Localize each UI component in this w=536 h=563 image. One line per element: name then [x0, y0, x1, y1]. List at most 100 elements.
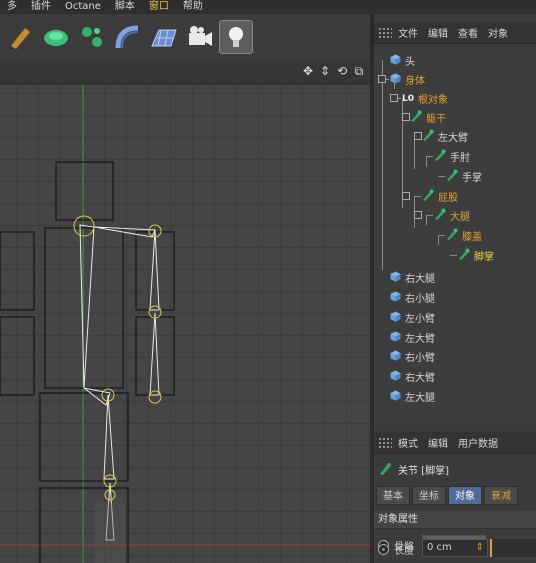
pen-tool-button[interactable]	[3, 20, 37, 54]
menu-object[interactable]: 对象	[488, 25, 508, 40]
length-row: 长度	[378, 540, 414, 558]
tree-connector	[426, 215, 427, 225]
tree-item-label: 头	[405, 57, 415, 68]
camera-icon	[189, 26, 212, 46]
nurbs-icon	[44, 30, 68, 46]
object-tree: 头身体 L0 根对象 躯干 左大臂 手肘 手掌 屁股 大腿 膝盖 脚掌 右大腿 右小腿 左小臂 左大臂 右小臂…	[374, 49, 536, 419]
tree-item[interactable]: 右小臂	[390, 347, 435, 366]
menu-item-octane[interactable]: Octane	[58, 0, 108, 14]
cube-icon	[390, 73, 401, 87]
length-value: 0 cm	[427, 542, 452, 553]
tree-item[interactable]: 膝盖	[446, 226, 482, 245]
tree-item-label: 左小臂	[405, 314, 435, 325]
expand-toggle-icon[interactable]	[390, 94, 398, 102]
section-object-properties: 对象属性	[374, 511, 536, 529]
grip-icon[interactable]	[378, 26, 392, 39]
menu-userdata[interactable]: 用户数据	[458, 435, 498, 450]
attribute-title-text: 关节 [脚掌]	[398, 465, 449, 477]
grip-icon[interactable]	[378, 436, 392, 449]
menu-edit[interactable]: 编辑	[428, 25, 448, 40]
tree-item[interactable]: 躯干	[410, 108, 446, 127]
maximize-view-icon[interactable]: ⧉	[352, 63, 366, 79]
tree-item[interactable]: 右大腿	[390, 268, 435, 287]
tree-item[interactable]: 右大臂	[390, 367, 435, 386]
expand-toggle-icon[interactable]	[414, 132, 422, 140]
menu-item-window[interactable]: 窗口	[142, 0, 176, 14]
floor-icon	[151, 29, 177, 47]
stepper-icon[interactable]: ⇕	[476, 540, 484, 556]
joint-icon	[410, 110, 422, 125]
length-slider[interactable]	[490, 539, 536, 557]
tree-item-label: 身体	[405, 76, 425, 87]
tab-coord[interactable]: 坐标	[412, 486, 446, 505]
tree-item[interactable]: 头	[390, 51, 415, 70]
expand-toggle-icon[interactable]	[414, 211, 422, 219]
tree-item[interactable]: 左大臂	[422, 127, 468, 146]
move-view-icon[interactable]: ✥	[301, 63, 315, 79]
cube-icon	[390, 350, 401, 364]
generator-button[interactable]	[75, 20, 109, 54]
joint-icon	[434, 208, 446, 223]
tree-connector	[394, 79, 395, 89]
joint-icon	[458, 248, 470, 263]
tree-item[interactable]: 大腿	[434, 206, 470, 225]
expand-toggle-icon[interactable]	[378, 75, 386, 83]
cube-icon	[390, 271, 401, 285]
tree-item[interactable]: L0 根对象	[402, 89, 448, 108]
tree-connector	[438, 176, 445, 177]
tree-item-label: 右小臂	[405, 353, 435, 364]
menu-item-plugins[interactable]: 插件	[24, 0, 58, 14]
cube-icon	[390, 370, 401, 384]
object-manager-menu: 文件 编辑 查看 对象	[374, 22, 536, 44]
tree-item[interactable]: 右小腿	[390, 288, 435, 307]
tree-item-label: 脚掌	[474, 252, 494, 263]
menu-mode[interactable]: 模式	[398, 435, 418, 450]
menu-file[interactable]: 文件	[398, 25, 418, 40]
tree-item[interactable]: 左大腿	[390, 387, 435, 406]
joint-icon	[434, 149, 446, 164]
cube-icon	[390, 331, 401, 345]
light-button[interactable]	[219, 20, 253, 54]
tree-item-label: 右小腿	[405, 294, 435, 305]
tree-item[interactable]: 脚掌	[458, 246, 494, 265]
tree-item-label: 右大腿	[405, 274, 435, 285]
tree-item[interactable]: 左小臂	[390, 308, 435, 327]
tab-object[interactable]: 对象	[448, 486, 482, 505]
tree-connector	[426, 215, 433, 216]
bend-button[interactable]	[111, 20, 145, 54]
cube-icon	[390, 311, 401, 325]
menu-item-0[interactable]: 多	[0, 0, 24, 14]
menu-item-script[interactable]: 脚本	[108, 0, 142, 14]
tree-item[interactable]: 屁股	[422, 187, 458, 206]
expand-toggle-icon[interactable]	[402, 113, 410, 121]
tree-connector	[414, 196, 421, 197]
zoom-view-icon[interactable]: ⇕	[318, 63, 332, 79]
tree-item[interactable]: 手掌	[446, 167, 482, 186]
null-object-icon: L0	[402, 94, 414, 104]
camera-button[interactable]	[183, 20, 217, 54]
floor-button[interactable]	[147, 20, 181, 54]
nurbs-button[interactable]	[39, 20, 73, 54]
rotate-view-icon[interactable]: ⟲	[335, 63, 349, 79]
tree-item[interactable]: 手肘	[434, 147, 470, 166]
tree-item-label: 膝盖	[462, 232, 482, 243]
expand-toggle-icon[interactable]	[402, 192, 410, 200]
viewport[interactable]	[0, 85, 370, 563]
tree-item-label: 屁股	[438, 193, 458, 204]
viewport-scene	[0, 85, 370, 563]
bend-icon	[115, 25, 139, 49]
cube-icon	[390, 291, 401, 305]
length-radio[interactable]	[378, 543, 389, 555]
menu-edit[interactable]: 编辑	[428, 435, 448, 450]
tree-connector	[414, 137, 415, 169]
tab-basic[interactable]: 基本	[376, 486, 410, 505]
tree-item[interactable]: 左大臂	[390, 328, 435, 347]
tree-item-label: 躯干	[426, 114, 446, 125]
length-field[interactable]: 0 cm ⇕	[422, 539, 488, 557]
tab-falloff[interactable]: 衰减	[484, 486, 518, 505]
tree-item-label: 手掌	[462, 173, 482, 184]
menu-view[interactable]: 查看	[458, 25, 478, 40]
tree-item[interactable]: 身体	[390, 70, 425, 89]
menu-item-help[interactable]: 帮助	[176, 0, 210, 14]
tree-connector	[382, 60, 383, 270]
